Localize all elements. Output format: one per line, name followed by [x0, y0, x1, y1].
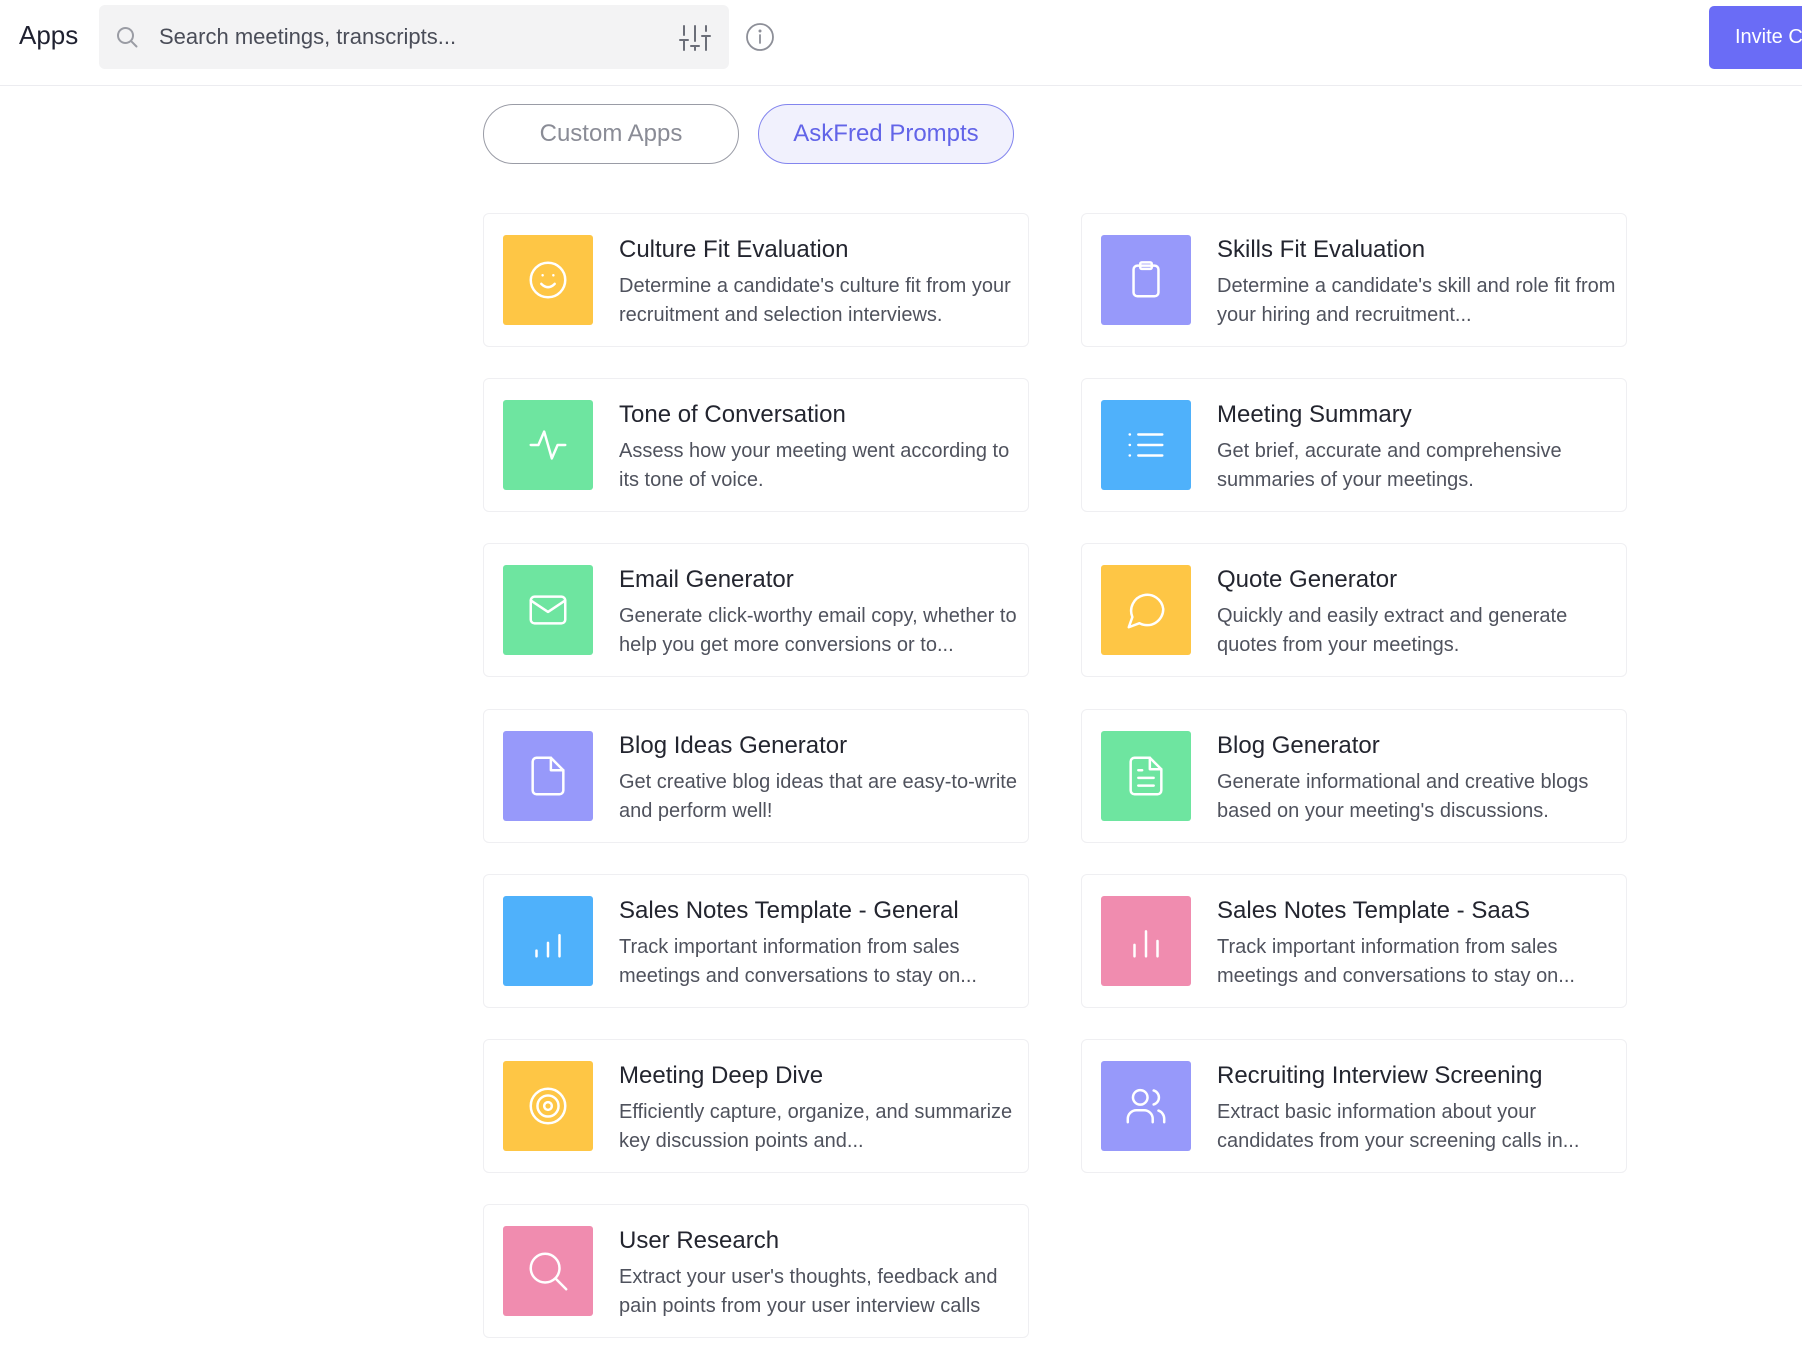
- app-description: Extract your user's thoughts, feedback a…: [619, 1266, 998, 1317]
- icon-tile: [1101, 731, 1191, 821]
- app-description: Determine a candidate's culture fit from…: [619, 275, 1011, 326]
- app-card-blog-ideas-generator[interactable]: Blog Ideas Generator Get creative blog i…: [483, 709, 1029, 843]
- app-title: Email Generator: [619, 566, 794, 593]
- app-card-sales-notes-general[interactable]: Sales Notes Template - General Track imp…: [483, 874, 1029, 1008]
- search-input[interactable]: [159, 5, 649, 69]
- icon-tile: [503, 400, 593, 490]
- icon-tile: [1101, 235, 1191, 325]
- page-title: Apps: [19, 20, 79, 50]
- invite-button[interactable]: Invite C: [1709, 6, 1802, 69]
- app-description: Get creative blog ideas that are easy-to…: [619, 771, 1017, 822]
- bar-chart-icon: [535, 934, 561, 958]
- icon-tile: [1101, 1061, 1191, 1151]
- app-title: Tone of Conversation: [619, 401, 846, 428]
- search-box[interactable]: [99, 5, 729, 69]
- top-bar: Apps Invite C: [0, 0, 1802, 86]
- icon-tile: [503, 1061, 593, 1151]
- filter-sliders-icon[interactable]: [679, 23, 711, 53]
- icon-tile: [1101, 400, 1191, 490]
- app-description: Get brief, accurate and comprehensive su…: [1217, 440, 1562, 491]
- smile-icon: [529, 261, 567, 299]
- app-description: Extract basic information about your can…: [1217, 1101, 1580, 1152]
- app-description: Quickly and easily extract and generate …: [1217, 605, 1568, 656]
- app-card-tone-of-conversation[interactable]: Tone of Conversation Assess how your mee…: [483, 378, 1029, 512]
- app-description: Generate informational and creative blog…: [1217, 771, 1589, 822]
- app-title: Recruiting Interview Screening: [1217, 1062, 1543, 1089]
- app-title: Sales Notes Template - SaaS: [1217, 897, 1531, 924]
- app-description: Determine a candidate's skill and role f…: [1217, 275, 1616, 326]
- list-icon: [1128, 433, 1164, 457]
- app-card-sales-notes-saas[interactable]: Sales Notes Template - SaaS Track import…: [1081, 874, 1627, 1008]
- app-title: Quote Generator: [1217, 566, 1398, 593]
- app-description: Track important information from sales m…: [619, 936, 977, 987]
- file-icon: [531, 756, 565, 796]
- app-card-quote-generator[interactable]: Quote Generator Quickly and easily extra…: [1081, 543, 1627, 677]
- app-title: Meeting Deep Dive: [619, 1062, 824, 1089]
- info-icon[interactable]: [745, 22, 775, 52]
- icon-tile: [1101, 896, 1191, 986]
- app-title: Skills Fit Evaluation: [1217, 236, 1426, 263]
- icon-tile: [503, 235, 593, 325]
- app-title: User Research: [619, 1227, 780, 1254]
- tab-custom-apps[interactable]: Custom Apps: [483, 104, 739, 164]
- app-title: Meeting Summary: [1217, 401, 1412, 428]
- app-description: Generate click-worthy email copy, whethe…: [619, 605, 1017, 656]
- file-text-icon: [1129, 756, 1163, 796]
- app-description: Track important information from sales m…: [1217, 936, 1575, 987]
- mail-icon: [529, 595, 567, 625]
- icon-tile: [1101, 565, 1191, 655]
- tab-askfred-prompts[interactable]: AskFred Prompts: [758, 104, 1014, 164]
- app-card-skills-fit[interactable]: Skills Fit Evaluation Determine a candid…: [1081, 213, 1627, 347]
- app-description: Efficiently capture, organize, and summa…: [619, 1101, 1013, 1152]
- app-card-user-research[interactable]: User Research Extract your user's though…: [483, 1204, 1029, 1338]
- search-icon: [529, 1252, 568, 1291]
- icon-tile: [503, 731, 593, 821]
- app-title: Blog Ideas Generator: [619, 732, 848, 759]
- users-icon: [1126, 1088, 1166, 1124]
- clipboard-icon: [1132, 261, 1160, 298]
- app-card-blog-generator[interactable]: Blog Generator Generate informational an…: [1081, 709, 1627, 843]
- activity-icon: [529, 430, 567, 460]
- app-title: Culture Fit Evaluation: [619, 236, 849, 263]
- icon-tile: [503, 565, 593, 655]
- app-description: Assess how your meeting went according t…: [619, 440, 1010, 491]
- app-card-recruiting-interview-screening[interactable]: Recruiting Interview Screening Extract b…: [1081, 1039, 1627, 1173]
- message-circle-icon: [1127, 593, 1165, 629]
- icon-tile: [503, 896, 593, 986]
- app-title: Sales Notes Template - General: [619, 897, 959, 924]
- search-icon: [117, 27, 138, 48]
- app-card-meeting-deep-dive[interactable]: Meeting Deep Dive Efficiently capture, o…: [483, 1039, 1029, 1173]
- app-card-email-generator[interactable]: Email Generator Generate click-worthy em…: [483, 543, 1029, 677]
- icon-tile: [503, 1226, 593, 1316]
- bar-chart-2-icon: [1133, 930, 1159, 958]
- app-card-culture-fit[interactable]: Culture Fit Evaluation Determine a candi…: [483, 213, 1029, 347]
- app-card-meeting-summary[interactable]: Meeting Summary Get brief, accurate and …: [1081, 378, 1627, 512]
- target-icon: [529, 1087, 567, 1125]
- app-title: Blog Generator: [1217, 732, 1380, 759]
